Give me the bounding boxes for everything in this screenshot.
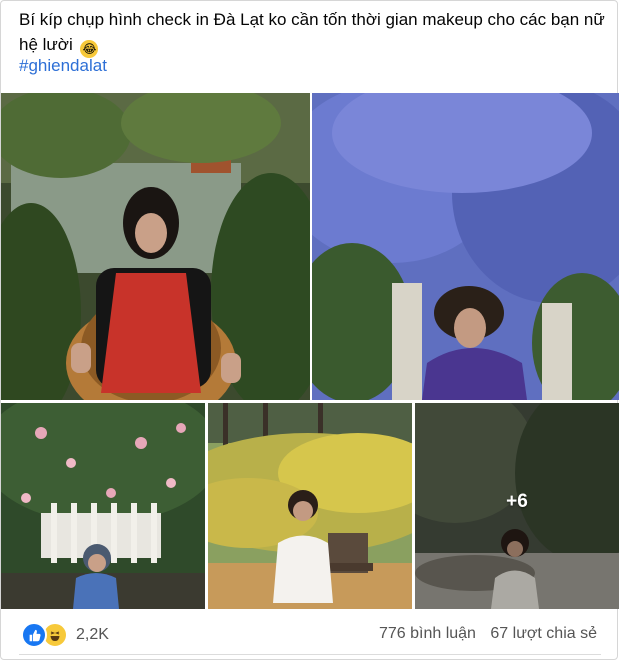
divider: [19, 654, 601, 655]
photo-blue-flower-wall[interactable]: [312, 93, 619, 400]
more-photos-count: +6: [506, 491, 528, 512]
hashtag-link[interactable]: #ghiendalat: [19, 56, 107, 76]
photo-girl-red-dress-wicker-chair[interactable]: [1, 93, 310, 400]
post-stats: 776 bình luận 67 lượt chia sẻ: [369, 625, 597, 643]
post-footer: 2,2K 776 bình luận 67 lượt chia sẻ: [1, 613, 619, 657]
like-icon: [21, 622, 47, 648]
comments-count-link[interactable]: 776 bình luận: [379, 625, 476, 642]
shares-count-link[interactable]: 67 lượt chia sẻ: [490, 625, 597, 642]
reactions-summary[interactable]: 2,2K: [21, 622, 109, 648]
photo-yellow-flowers-bench[interactable]: [208, 403, 412, 609]
reaction-count: 2,2K: [76, 626, 109, 643]
caption-text: Bí kíp chụp hình check in Đà Lạt ko cần …: [19, 10, 605, 54]
photo-grid: +6: [1, 93, 619, 609]
photo-pink-roses-fence[interactable]: [1, 403, 205, 609]
photo-waterfall-forest[interactable]: +6: [415, 403, 619, 609]
post-card: Bí kíp chụp hình check in Đà Lạt ko cần …: [0, 0, 619, 660]
post-caption: Bí kíp chụp hình check in Đà Lạt ko cần …: [19, 7, 609, 58]
